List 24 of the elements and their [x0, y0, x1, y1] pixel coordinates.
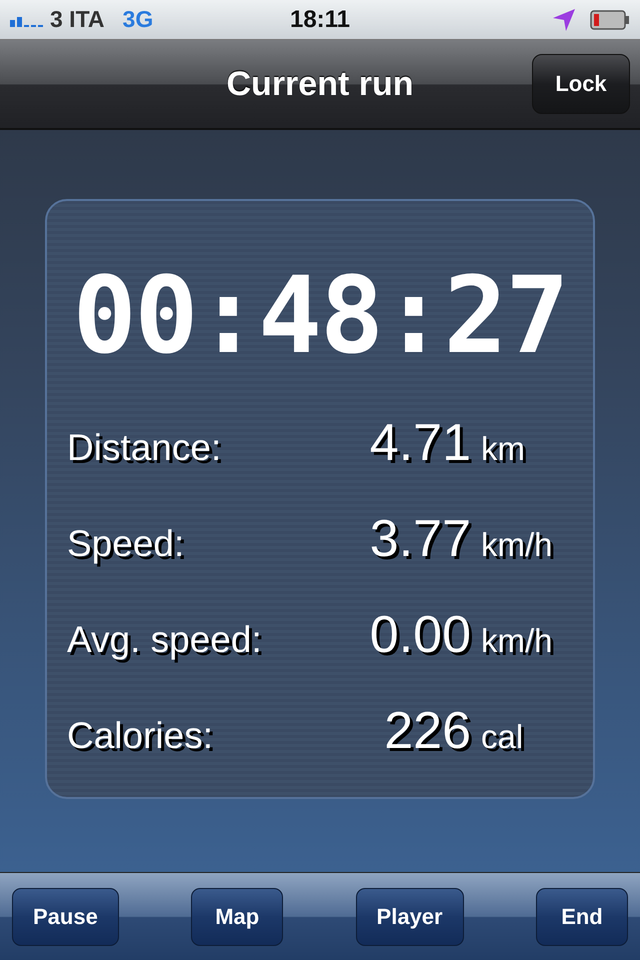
carrier-name: 3 ITA [50, 6, 105, 33]
toolbar-button[interactable]: Player [356, 888, 464, 946]
toolbar-button[interactable]: Map [191, 888, 284, 946]
stat-unit: km/h [481, 526, 554, 564]
stat-value: 0.00 [370, 605, 471, 665]
network-type: 3G [122, 6, 154, 33]
stat-label: Avg. speed: [67, 619, 263, 661]
lock-button[interactable]: Lock [532, 54, 630, 114]
stat-value: 3.77 [370, 509, 471, 569]
stat-label: Speed: [67, 523, 186, 565]
elapsed-timer: 00:48:27 [72, 261, 568, 371]
location-arrow-icon [552, 8, 576, 32]
screen-title: Current run [226, 64, 414, 104]
stat-label: Distance: [67, 427, 222, 469]
stat-value: 226 [384, 701, 471, 761]
toolbar-button[interactable]: End [536, 888, 628, 946]
stat-value: 4.71 [370, 413, 471, 473]
stat-unit: km [481, 430, 526, 468]
clock-time: 18:11 [290, 6, 350, 34]
stat-label: Calories: [67, 715, 214, 757]
stat-unit: km/h [481, 622, 554, 660]
stat-unit: cal [481, 718, 524, 756]
toolbar-button[interactable]: Pause [12, 888, 119, 946]
battery-icon [590, 10, 630, 30]
